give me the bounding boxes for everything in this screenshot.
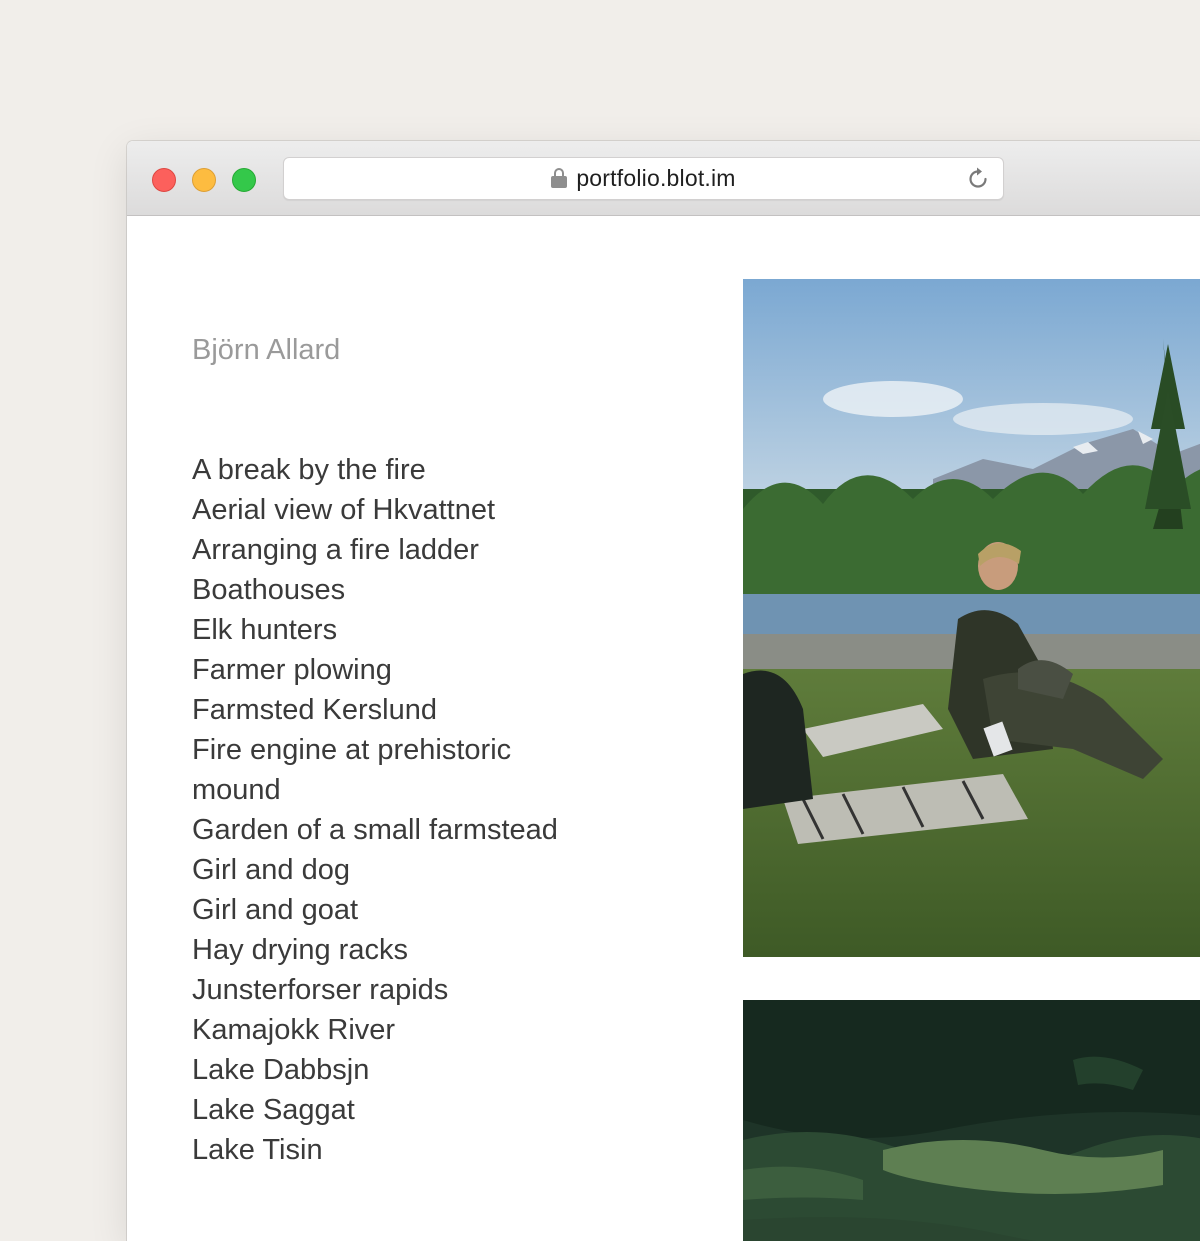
photo-title-link[interactable]: Lake Dabbsjn <box>192 1050 572 1090</box>
photo-title-link[interactable]: Aerial view of Hkvattnet <box>192 490 572 530</box>
page-content: Björn Allard A break by the fire Aerial v… <box>127 216 1200 1241</box>
address-bar[interactable]: portfolio.blot.im <box>283 157 1004 200</box>
photo-title-link[interactable]: Boathouses <box>192 570 572 610</box>
photo-campfire-break[interactable] <box>743 279 1200 957</box>
photo-title-link[interactable]: Girl and dog <box>192 850 572 890</box>
browser-titlebar: portfolio.blot.im <box>127 141 1200 216</box>
photo-title-link[interactable]: Arranging a fire ladder <box>192 530 572 570</box>
photo-title-link[interactable]: Lake Saggat <box>192 1090 572 1130</box>
photo-title-link[interactable]: Lake Tisin <box>192 1130 572 1170</box>
photo-title-link[interactable]: Fire engine at prehistoric mound <box>192 730 572 810</box>
author-name[interactable]: Björn Allard <box>192 330 340 370</box>
photo-title-link[interactable]: Hay drying racks <box>192 930 572 970</box>
reload-icon[interactable] <box>965 166 991 192</box>
photo-title-link[interactable]: Farmsted Kerslund <box>192 690 572 730</box>
maximize-window-button[interactable] <box>232 168 256 192</box>
photo-title-link[interactable]: A break by the fire <box>192 450 572 490</box>
photo-title-link[interactable]: Elk hunters <box>192 610 572 650</box>
photo-title-link[interactable]: Garden of a small farmstead <box>192 810 572 850</box>
photo-title-link[interactable]: Girl and goat <box>192 890 572 930</box>
photo-title-link[interactable]: Kamajokk River <box>192 1010 572 1050</box>
photo-title-link[interactable]: Farmer plowing <box>192 650 572 690</box>
photo-aerial-view[interactable] <box>743 1000 1200 1241</box>
url-text[interactable]: portfolio.blot.im <box>576 165 735 192</box>
photo-title-link[interactable]: Junsterforser rapids <box>192 970 572 1010</box>
browser-window: portfolio.blot.im Björn Allard A break b… <box>127 141 1200 1241</box>
photo-title-list: A break by the fire Aerial view of Hkvatt… <box>192 450 572 1170</box>
minimize-window-button[interactable] <box>192 168 216 192</box>
close-window-button[interactable] <box>152 168 176 192</box>
lock-icon <box>551 167 568 188</box>
